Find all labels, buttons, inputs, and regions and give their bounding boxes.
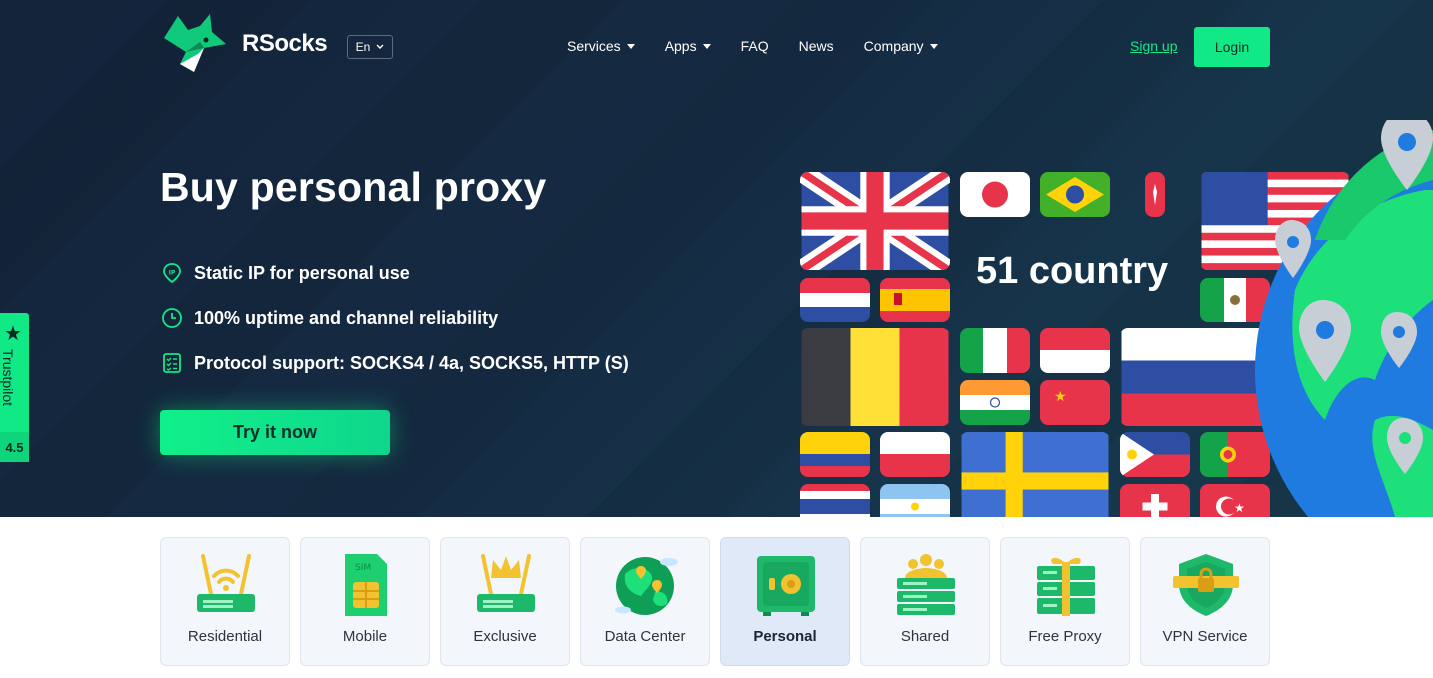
service-card-mobile[interactable]: SIM Mobile xyxy=(300,537,430,666)
gift-server-icon xyxy=(1037,557,1095,616)
nav-faq[interactable]: FAQ xyxy=(741,38,769,54)
flag-indonesia-icon xyxy=(1040,328,1110,373)
feature-item: Protocol support: SOCKS4 / 4a, SOCKS5, H… xyxy=(160,350,629,376)
nav-company[interactable]: Company xyxy=(864,38,938,54)
service-card-shared[interactable]: Shared xyxy=(860,537,990,666)
router-wifi-icon xyxy=(197,554,255,612)
checklist-icon xyxy=(160,351,184,375)
flag-italy-icon xyxy=(960,328,1030,373)
service-card-personal[interactable]: Personal xyxy=(720,537,850,666)
ip-pin-icon: IP xyxy=(160,261,184,285)
svg-text:IP: IP xyxy=(169,270,176,277)
service-card-free-proxy[interactable]: Free Proxy xyxy=(1000,537,1130,666)
service-card-data-center[interactable]: Data Center xyxy=(580,537,710,666)
nav-news[interactable]: News xyxy=(799,38,834,54)
trustpilot-score: 4.5 xyxy=(0,432,29,462)
country-count: 51 country xyxy=(976,250,1169,292)
caret-down-icon xyxy=(702,43,711,49)
star-icon: ★ xyxy=(4,323,22,345)
service-card-residential[interactable]: Residential xyxy=(160,537,290,666)
flag-sweden-icon xyxy=(961,432,1109,517)
globe-pins-icon xyxy=(615,557,678,615)
flag-colombia-icon xyxy=(800,432,870,477)
clock-icon xyxy=(160,306,184,330)
trustpilot-label: Trustpilot xyxy=(0,349,16,407)
flag-poland-icon xyxy=(880,432,950,477)
main-nav: Services Apps FAQ News Company xyxy=(567,38,938,54)
feature-item: 100% uptime and channel reliability xyxy=(160,305,629,331)
flag-netherlands-icon xyxy=(800,278,870,322)
language-selector[interactable]: En xyxy=(347,35,393,59)
flag-india-icon xyxy=(960,380,1030,425)
safe-icon xyxy=(757,556,815,616)
sim-card-icon: SIM xyxy=(345,554,387,616)
caret-down-icon xyxy=(626,43,635,49)
flag-uk-icon xyxy=(800,172,950,270)
login-button[interactable]: Login xyxy=(1194,27,1270,67)
feature-item: IP Static IP for personal use xyxy=(160,260,629,286)
service-cards: Residential SIM Mobile Exclusive Data Ce… xyxy=(160,537,1270,666)
service-card-exclusive[interactable]: Exclusive xyxy=(440,537,570,666)
language-value: En xyxy=(355,40,371,54)
flag-thailand-icon xyxy=(800,484,870,517)
nav-services[interactable]: Services xyxy=(567,38,635,54)
service-card-vpn-service[interactable]: VPN Service xyxy=(1140,537,1270,666)
signup-link[interactable]: Sign up xyxy=(1130,38,1177,54)
flag-russia-icon xyxy=(1121,328,1269,426)
globe-icon xyxy=(1255,120,1433,517)
fox-logo-icon xyxy=(164,14,226,72)
flag-china-icon: ★ xyxy=(1040,380,1110,425)
svg-text:★: ★ xyxy=(1234,501,1245,515)
brand-name: RSocks xyxy=(242,30,328,57)
page-title: Buy personal proxy xyxy=(160,164,547,210)
trustpilot-tab[interactable]: ★ Trustpilot 4.5 xyxy=(0,313,29,462)
hero-section: RSocks En Services Apps FAQ News Company… xyxy=(0,0,1433,517)
shield-lock-icon xyxy=(1173,554,1239,616)
flag-philippines-icon xyxy=(1120,432,1190,477)
nav-apps[interactable]: Apps xyxy=(665,38,711,54)
flag-argentina-icon xyxy=(880,484,950,517)
users-server-icon xyxy=(897,554,955,615)
svg-text:★: ★ xyxy=(1054,389,1067,405)
flag-brazil-icon xyxy=(1040,172,1110,217)
flag-switzerland-icon xyxy=(1120,484,1190,517)
caret-down-icon xyxy=(929,43,938,49)
chevron-down-icon xyxy=(376,44,384,49)
svg-text:SIM: SIM xyxy=(355,563,371,573)
try-it-now-button[interactable]: Try it now xyxy=(160,410,390,455)
flag-red-icon xyxy=(1145,172,1165,217)
router-crown-icon xyxy=(477,554,535,612)
feature-list: IP Static IP for personal use 100% uptim… xyxy=(160,260,629,395)
flag-belgium-icon xyxy=(801,328,949,426)
flag-spain-icon xyxy=(880,278,950,322)
logo[interactable]: RSocks xyxy=(160,14,328,74)
flag-japan-icon xyxy=(960,172,1030,217)
